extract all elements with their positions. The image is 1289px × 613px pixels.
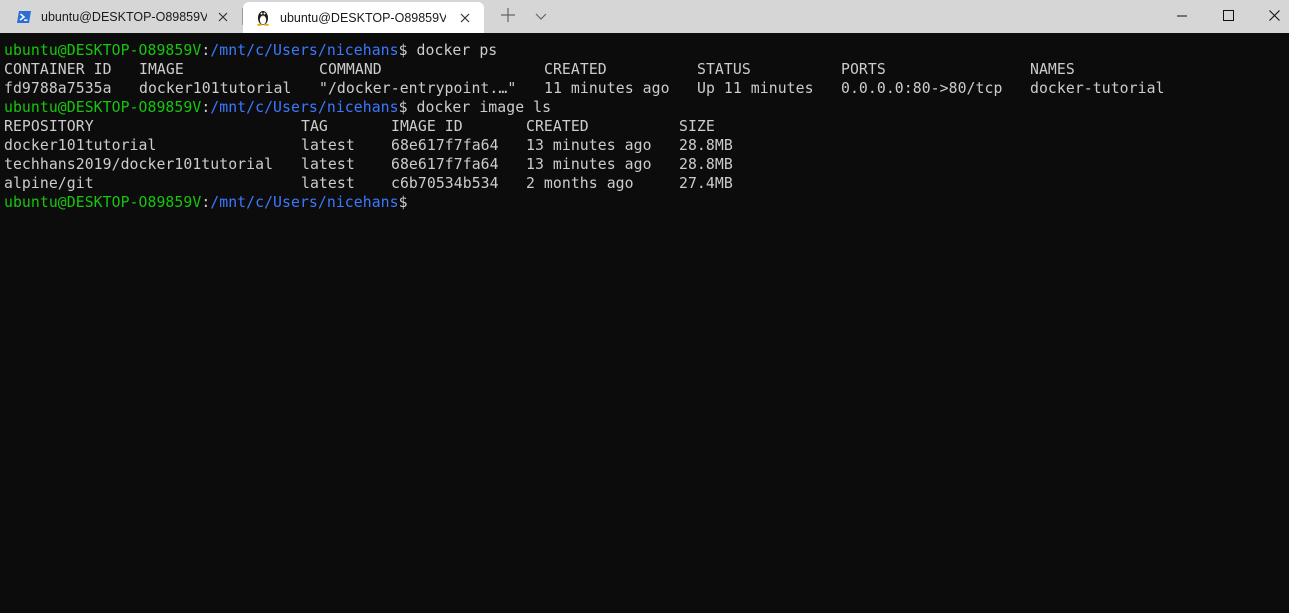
container-id: fd9788a7535a — [4, 80, 112, 97]
prompt-path: /mnt/c/Users/nicehans — [210, 194, 399, 211]
minimize-icon — [1177, 8, 1187, 26]
image-tag: latest — [301, 156, 355, 173]
column-header: TAG — [301, 118, 328, 135]
plus-icon — [501, 7, 515, 27]
command-text: docker image ls — [407, 99, 552, 116]
title-bar: ubuntu@DESKTOP-O89859V: / ubuntu@DESKTOP… — [0, 0, 1289, 33]
maximize-icon — [1222, 8, 1234, 26]
image-tag: latest — [301, 175, 355, 192]
image-id: c6b70534b534 — [391, 175, 499, 192]
column-header: REPOSITORY — [4, 118, 94, 135]
container-command: "/docker-entrypoint.…" — [319, 80, 517, 97]
image-id: 68e617f7fa64 — [391, 156, 499, 173]
column-header: NAMES — [1030, 61, 1075, 78]
column-header: COMMAND — [319, 61, 382, 78]
image-created: 2 months ago — [526, 175, 634, 192]
column-header: STATUS — [697, 61, 751, 78]
prompt-line: ubuntu@DESKTOP-O89859V:/mnt/c/Users/nice… — [4, 98, 551, 117]
column-header: IMAGE — [139, 61, 184, 78]
image-created: 13 minutes ago — [526, 156, 652, 173]
chevron-down-icon — [535, 8, 547, 26]
maximize-button[interactable] — [1205, 0, 1251, 33]
image-created: 13 minutes ago — [526, 137, 652, 154]
table-header: REPOSITORY TAG IMAGE ID CREATED SIZE — [4, 117, 1284, 136]
prompt-user: ubuntu@DESKTOP-O89859V — [4, 194, 202, 211]
close-window-button[interactable] — [1251, 0, 1289, 33]
command-text: docker ps — [407, 42, 498, 59]
prompt-dollar: $ — [398, 99, 408, 116]
image-repository: alpine/git — [4, 175, 94, 192]
container-image: docker101tutorial — [139, 80, 292, 97]
table-row: techhans2019/docker101tutorial latest 68… — [4, 155, 1284, 174]
column-header: CREATED — [526, 118, 589, 135]
container-ports: 0.0.0.0:80->80/tcp — [841, 80, 1003, 97]
new-tab-button[interactable] — [497, 7, 519, 27]
table-header: CONTAINER ID IMAGE COMMAND CREATED STATU… — [4, 60, 1284, 79]
prompt-user: ubuntu@DESKTOP-O89859V — [4, 42, 202, 59]
prompt-line[interactable]: ubuntu@DESKTOP-O89859V:/mnt/c/Users/nice… — [4, 193, 408, 212]
image-id: 68e617f7fa64 — [391, 137, 499, 154]
table-row: fd9788a7535a docker101tutorial "/docker-… — [4, 79, 1284, 98]
close-icon[interactable] — [458, 11, 472, 25]
prompt-path: /mnt/c/Users/nicehans — [210, 42, 399, 59]
prompt-dollar: $ — [398, 194, 408, 211]
image-tag: latest — [301, 137, 355, 154]
tab-ubuntu[interactable]: ubuntu@DESKTOP-O89859V: / — [243, 2, 484, 33]
linux-penguin-icon — [255, 10, 271, 26]
table-row: alpine/git latest c6b70534b534 2 months … — [4, 174, 1284, 193]
prompt-separator: : — [201, 99, 211, 116]
close-icon[interactable] — [216, 10, 230, 24]
column-header: IMAGE ID — [391, 118, 463, 135]
image-repository: techhans2019/docker101tutorial — [4, 156, 274, 173]
terminal-output[interactable]: ubuntu@DESKTOP-O89859V:/mnt/c/Users/nice… — [0, 33, 1289, 613]
container-status: Up 11 minutes — [697, 80, 814, 97]
column-header: PORTS — [841, 61, 886, 78]
prompt-path: /mnt/c/Users/nicehans — [210, 99, 399, 116]
container-name: docker-tutorial — [1030, 80, 1165, 97]
container-created: 11 minutes ago — [544, 80, 670, 97]
prompt-dollar: $ — [398, 42, 408, 59]
image-size: 28.8MB — [679, 137, 733, 154]
prompt-line: ubuntu@DESKTOP-O89859V:/mnt/c/Users/nice… — [4, 41, 497, 60]
image-repository: docker101tutorial — [4, 137, 157, 154]
tab-dropdown-button[interactable] — [530, 8, 552, 26]
tab-powershell[interactable]: ubuntu@DESKTOP-O89859V: / — [0, 0, 242, 33]
prompt-user: ubuntu@DESKTOP-O89859V — [4, 99, 202, 116]
column-header: SIZE — [679, 118, 715, 135]
minimize-button[interactable] — [1159, 0, 1205, 33]
image-size: 28.8MB — [679, 156, 733, 173]
prompt-separator: : — [201, 42, 211, 59]
table-row: docker101tutorial latest 68e617f7fa64 13… — [4, 136, 1284, 155]
prompt-separator: : — [201, 194, 211, 211]
column-header: CREATED — [544, 61, 607, 78]
column-header: CONTAINER ID — [4, 61, 112, 78]
image-size: 27.4MB — [679, 175, 733, 192]
powershell-icon — [16, 9, 32, 25]
tab-title: ubuntu@DESKTOP-O89859V: / — [280, 10, 446, 25]
close-icon — [1268, 8, 1280, 26]
tab-title: ubuntu@DESKTOP-O89859V: / — [41, 9, 207, 24]
